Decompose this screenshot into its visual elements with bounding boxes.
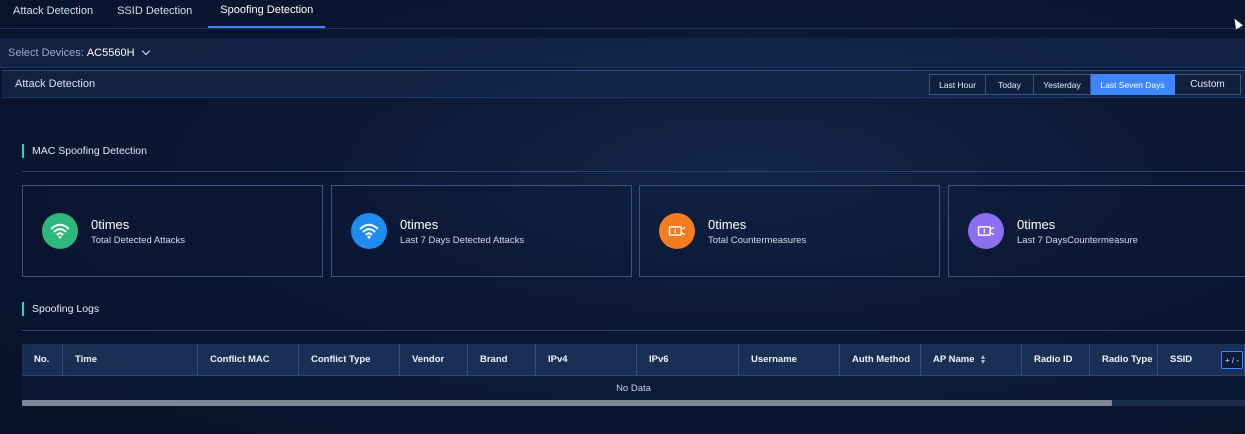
device-select-dropdown[interactable]: AC5560H: [86, 46, 150, 59]
range-yesterday-button[interactable]: Yesterday: [1034, 74, 1091, 95]
column-header-time: Time: [63, 343, 198, 376]
stat-card-total-detected-attacks: 0times Total Detected Attacks: [22, 185, 323, 277]
range-custom-button[interactable]: Custom: [1175, 74, 1241, 95]
column-header-brand: Brand: [468, 343, 536, 376]
time-range-selector: Last Hour Today Yesterday Last Seven Day…: [929, 74, 1241, 95]
wifi-icon: [351, 213, 387, 249]
countermeasure-icon: [968, 213, 1004, 249]
column-header-no: No.: [22, 343, 63, 376]
stat-card-last-7-days-countermeasure: 0times Last 7 DaysCountermeasure: [948, 185, 1245, 277]
section-divider: [22, 330, 1245, 331]
range-last-seven-days-button[interactable]: Last Seven Days: [1091, 74, 1175, 95]
sort-icon[interactable]: ▲ ▼: [980, 354, 987, 366]
section-divider: [22, 171, 1245, 172]
device-select-value: AC5560H: [86, 46, 135, 59]
column-header-ipv6: IPv6: [637, 343, 739, 376]
horizontal-scrollbar[interactable]: [22, 400, 1245, 406]
column-header-conflict-type: Conflict Type: [299, 343, 400, 376]
column-header-auth-method: Auth Method: [840, 343, 921, 376]
range-last-hour-button[interactable]: Last Hour: [929, 74, 986, 95]
spoofing-logs-table: No. Time Conflict MAC Conflict Type Vend…: [22, 343, 1245, 406]
spoofing-logs-title-text: Spoofing Logs: [32, 303, 100, 315]
device-select-bar: Select Devices: AC5560H: [0, 38, 1245, 68]
column-header-vendor: Vendor: [400, 343, 468, 376]
tab-spoofing-detection[interactable]: Spoofing Detection: [208, 0, 326, 28]
table-empty-message: No Data: [22, 376, 1245, 400]
top-tab-bar: Attack Detection SSID Detection Spoofing…: [0, 0, 1245, 29]
column-toggle-button[interactable]: + / -: [1221, 351, 1243, 369]
stat-label: Total Detected Attacks: [91, 234, 185, 246]
mac-spoofing-section-title: MAC Spoofing Detection: [22, 144, 147, 158]
stat-card-last-7-days-detected-attacks: 0times Last 7 Days Detected Attacks: [331, 185, 632, 277]
ap-name-header-label: AP Name: [933, 354, 975, 365]
chevron-down-icon: [141, 46, 150, 56]
stat-value: 0times: [708, 216, 747, 232]
wifi-icon: [42, 213, 78, 249]
column-header-conflict-mac: Conflict MAC: [198, 343, 299, 376]
column-header-ap-name[interactable]: AP Name ▲ ▼: [921, 343, 1022, 376]
table-header-row: No. Time Conflict MAC Conflict Type Vend…: [22, 343, 1245, 376]
range-today-button[interactable]: Today: [986, 74, 1034, 95]
countermeasure-icon: [659, 213, 695, 249]
stat-value: 0times: [400, 216, 439, 232]
mac-spoofing-title-text: MAC Spoofing Detection: [32, 145, 147, 157]
stat-card-total-countermeasures: 0times Total Countermeasures: [639, 185, 940, 277]
scrollbar-thumb[interactable]: [22, 400, 1112, 406]
stat-value: 0times: [1017, 216, 1056, 232]
spoofing-logs-section-title: Spoofing Logs: [22, 302, 99, 316]
column-header-username: Username: [739, 343, 840, 376]
device-select-label: Select Devices:: [8, 46, 84, 59]
stat-value: 0times: [91, 216, 130, 232]
tab-attack-detection[interactable]: Attack Detection: [0, 0, 105, 28]
column-header-radio-type: Radio Type: [1090, 343, 1158, 376]
stat-label: Last 7 DaysCountermeasure: [1017, 234, 1138, 246]
stat-label: Last 7 Days Detected Attacks: [400, 234, 525, 246]
section-header: Attack Detection Last Hour Today Yesterd…: [2, 70, 1245, 98]
stat-label: Total Countermeasures: [708, 234, 807, 246]
tab-ssid-detection[interactable]: SSID Detection: [105, 0, 204, 28]
column-header-ipv4: IPv4: [536, 343, 637, 376]
column-header-radio-id: Radio ID: [1022, 343, 1090, 376]
page-title: Attack Detection: [15, 78, 96, 90]
